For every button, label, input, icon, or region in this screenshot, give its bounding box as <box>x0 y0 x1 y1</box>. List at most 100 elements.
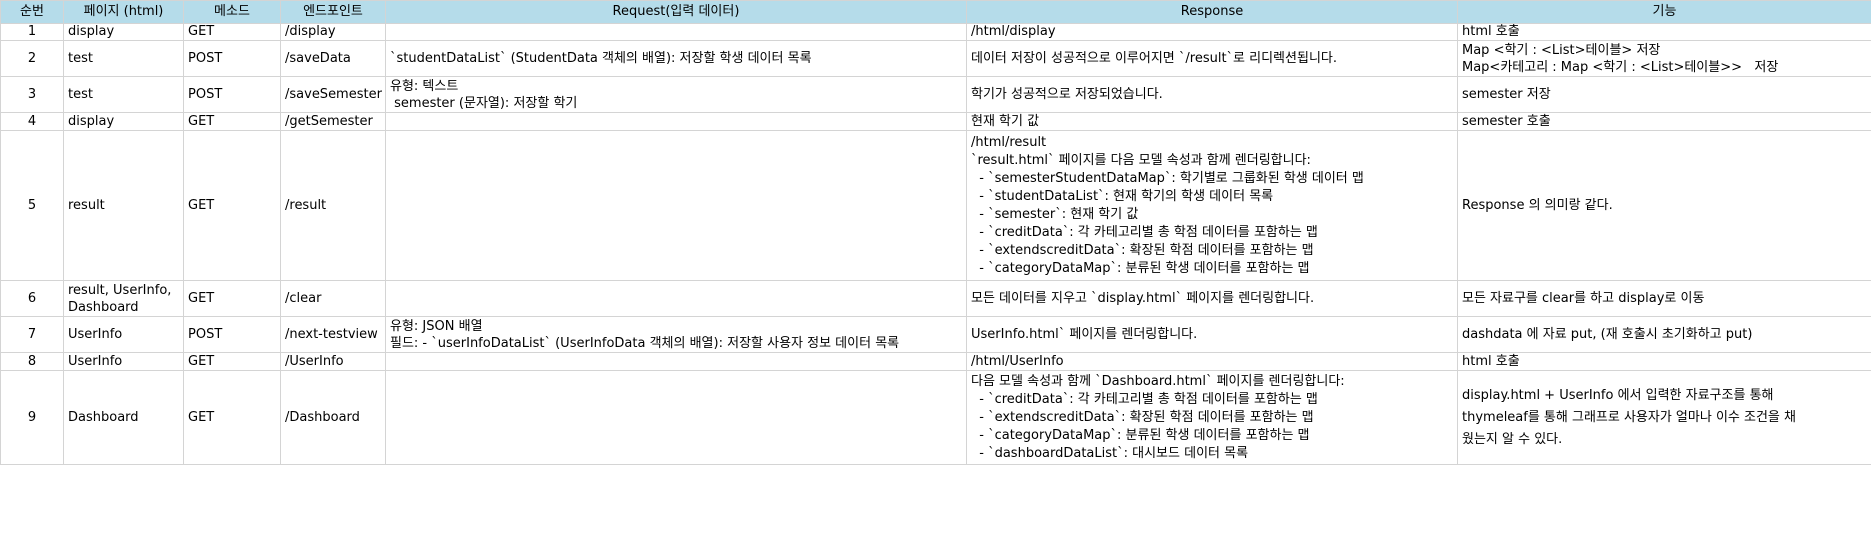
page-cell-line: Dashboard <box>68 409 139 425</box>
table-row: 3 test POST/saveSemester 유형: 텍스트 semester (… <box>0 76 1871 113</box>
page-cell: Dashboard <box>63 370 184 465</box>
request-cell: 유형: JSON 배열 필드: - `userInfoDataList` (Use… <box>385 316 967 353</box>
table-row: 7 UserInfo POST/next-testview 유형: JSON 배열 필드… <box>0 316 1871 353</box>
endpoint-cell: /saveData <box>280 40 386 77</box>
row-number: 9 <box>0 370 64 465</box>
response-cell: /html/result `result.html` 페이지를 다음 모델 속성과… <box>966 130 1458 281</box>
row-number: 6 <box>0 280 64 317</box>
page-cell: display <box>63 112 184 131</box>
page-cell: result, UserInfo, Dashboard <box>63 280 184 317</box>
request-cell: `studentDataList` (StudentData 객체의 배열): … <box>385 40 967 77</box>
response-cell: 모든 데이터를 지우고 `display.html` 페이지를 렌더링합니다. <box>966 280 1458 317</box>
method-cell: GET <box>183 352 281 371</box>
response-cell: /html/UserInfo <box>966 352 1458 371</box>
page-cell: test <box>63 76 184 113</box>
response-cell-line: /html/display <box>971 24 1056 40</box>
response-cell-line: - `categoryDataMap`: 분류된 학생 데이터를 포함하는 맵 <box>971 260 1310 276</box>
response-cell-line: - `extendscreditData`: 확장된 학점 데이터를 포함하는 … <box>971 242 1314 258</box>
method-cell: GET <box>183 370 281 465</box>
response-cell: 데이터 저장이 성공적으로 이루어지면 `/result`로 리디렉션됩니다. <box>966 40 1458 77</box>
feature-cell-line: semester 저장 <box>1462 86 1551 102</box>
response-cell-line: - `creditData`: 각 카테고리별 총 학점 데이터를 포함하는 맵 <box>971 224 1318 240</box>
header-request: Request(입력 데이터) <box>385 0 967 24</box>
request-cell <box>385 280 967 317</box>
method-cell: GET <box>183 280 281 317</box>
response-cell-line: - `studentDataList`: 현재 학기의 학생 데이터 목록 <box>971 188 1274 204</box>
api-spec-table: 순번 페이지 (html) 메소드 엔드포인트 Request(입력 데이터) … <box>0 0 1871 465</box>
header-page: 페이지 (html) <box>63 0 184 24</box>
feature-cell-line: Map <학기 : <List>테이블> 저장 <box>1462 42 1661 58</box>
request-cell-line: `studentDataList` (StudentData 객체의 배열): … <box>390 50 812 66</box>
table-row: 4 display GET/getSemester 현재 학기 값 semester 호… <box>0 112 1871 131</box>
response-cell-line: 데이터 저장이 성공적으로 이루어지면 `/result`로 리디렉션됩니다. <box>971 50 1337 66</box>
row-number: 5 <box>0 130 64 281</box>
request-cell <box>385 352 967 371</box>
feature-cell-line: Response 의 의미랑 같다. <box>1462 197 1613 213</box>
endpoint-cell: /saveSemester <box>280 76 386 113</box>
page-cell-line: Dashboard <box>68 299 139 315</box>
request-cell-line: 유형: JSON 배열 <box>390 318 483 334</box>
response-cell-line: - `creditData`: 각 카테고리별 총 학점 데이터를 포함하는 맵 <box>971 391 1318 407</box>
page-cell-line: UserInfo <box>68 326 123 342</box>
feature-cell: display.html + UserInfo 에서 입력한 자료구조를 통해 t… <box>1457 370 1871 465</box>
row-number: 3 <box>0 76 64 113</box>
feature-cell: Map <학기 : <List>테이블> 저장 Map<카테고리 : Map <학… <box>1457 40 1871 77</box>
method-cell: POST <box>183 40 281 77</box>
response-cell-line: - `extendscreditData`: 확장된 학점 데이터를 포함하는 … <box>971 409 1314 425</box>
response-cell-line: 학기가 성공적으로 저장되었습니다. <box>971 86 1163 102</box>
request-cell <box>385 130 967 281</box>
response-cell-line: /html/UserInfo <box>971 353 1064 369</box>
header-response: Response <box>966 0 1458 24</box>
request-cell-line: 유형: 텍스트 <box>390 78 459 94</box>
feature-cell: Response 의 의미랑 같다. <box>1457 130 1871 281</box>
method-cell: GET <box>183 23 281 41</box>
endpoint-cell: /Dashboard <box>280 370 386 465</box>
page-cell: test <box>63 40 184 77</box>
response-cell-line: - `categoryDataMap`: 분류된 학생 데이터를 포함하는 맵 <box>971 427 1310 443</box>
method-cell: GET <box>183 130 281 281</box>
page-cell-line: test <box>68 86 93 102</box>
response-cell: 다음 모델 속성과 함께 `Dashboard.html` 페이지를 렌더링합니… <box>966 370 1458 465</box>
page-cell: UserInfo <box>63 316 184 353</box>
feature-cell: dashdata 에 자료 put, (재 호출시 초기화하고 put) <box>1457 316 1871 353</box>
page-cell-line: display <box>68 24 115 40</box>
endpoint-cell: /next-testview <box>280 316 386 353</box>
request-cell-line: semester (문자열): 저장할 학기 <box>390 95 578 111</box>
page-cell-line: result, UserInfo, <box>68 282 172 298</box>
feature-cell-line: semester 호출 <box>1462 113 1551 129</box>
feature-cell-line: display.html + UserInfo 에서 입력한 자료구조를 통해 <box>1462 387 1774 403</box>
table-row: 9 Dashboard GET/Dashboard 다음 모델 속성과 함께 `Das… <box>0 370 1871 465</box>
feature-cell: html 호출 <box>1457 23 1871 41</box>
feature-cell-line: thymeleaf를 통해 그래프로 사용자가 얼마나 이수 조건을 채 <box>1462 409 1796 425</box>
endpoint-cell: /result <box>280 130 386 281</box>
method-cell: POST <box>183 316 281 353</box>
response-cell-line: UserInfo.html` 페이지를 렌더링합니다. <box>971 326 1198 342</box>
feature-cell: semester 호출 <box>1457 112 1871 131</box>
row-number: 7 <box>0 316 64 353</box>
row-number: 8 <box>0 352 64 371</box>
request-cell-line: 필드: - `userInfoDataList` (UserInfoData 객… <box>390 335 900 351</box>
endpoint-cell: /clear <box>280 280 386 317</box>
table-row: 6 result, UserInfo, Dashboard GET/clear 모든 데… <box>0 280 1871 317</box>
request-cell <box>385 370 967 465</box>
response-cell: 현재 학기 값 <box>966 112 1458 131</box>
endpoint-cell: /getSemester <box>280 112 386 131</box>
page-cell: display <box>63 23 184 41</box>
endpoint-cell: /display <box>280 23 386 41</box>
row-number: 2 <box>0 40 64 77</box>
feature-cell-line: 웠는지 알 수 있다. <box>1462 431 1563 447</box>
response-cell-line: `result.html` 페이지를 다음 모델 속성과 함께 렌더링합니다: <box>971 152 1311 168</box>
response-cell-line: - `dashboardDataList`: 대시보드 데이터 목록 <box>971 445 1249 461</box>
response-cell: /html/display <box>966 23 1458 41</box>
page-cell-line: display <box>68 113 115 129</box>
feature-cell: 모든 자료구를 clear를 하고 display로 이동 <box>1457 280 1871 317</box>
response-cell: 학기가 성공적으로 저장되었습니다. <box>966 76 1458 113</box>
page-cell-line: result <box>68 197 105 213</box>
table-row: 1 display GET/display/html/display html 호출 <box>0 23 1871 41</box>
response-cell-line: - `semesterStudentDataMap`: 학기별로 그룹화된 학생… <box>971 170 1364 186</box>
header-method: 메소드 <box>183 0 281 24</box>
row-number: 4 <box>0 112 64 131</box>
method-cell: POST <box>183 76 281 113</box>
endpoint-cell: /UserInfo <box>280 352 386 371</box>
response-cell: UserInfo.html` 페이지를 렌더링합니다. <box>966 316 1458 353</box>
